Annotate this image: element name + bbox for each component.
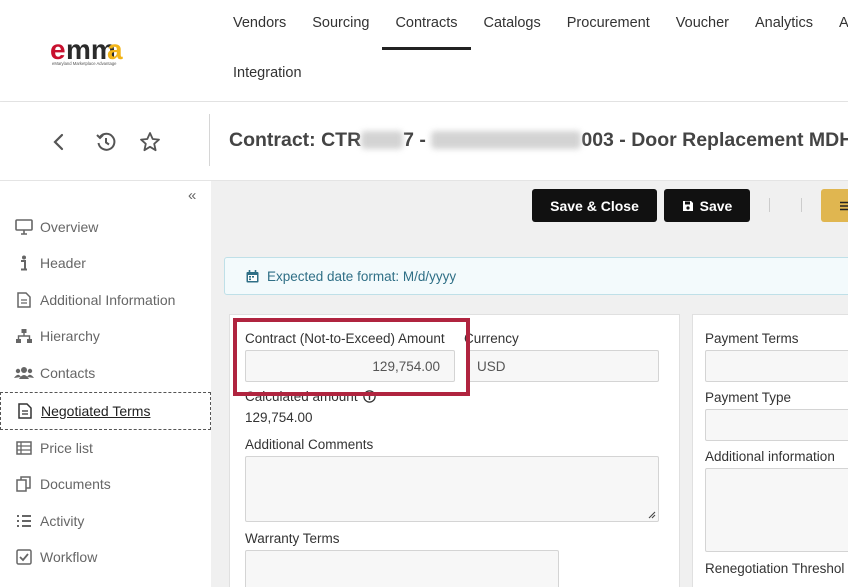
back-button[interactable] (46, 129, 72, 155)
title-divider (209, 114, 210, 166)
warranty-terms-textarea[interactable] (245, 550, 559, 587)
page-title: Contract: CTR 7 - 003 - Door Replacement … (229, 129, 848, 152)
copy-icon (13, 476, 35, 492)
toolbar-divider (801, 198, 802, 212)
sidebar-item-label: Documents (40, 476, 111, 492)
payment-type-input[interactable] (705, 409, 848, 441)
more-actions-button[interactable] (821, 189, 848, 222)
payment-terms-label: Payment Terms (705, 331, 799, 346)
history-icon (96, 132, 116, 151)
nav-voucher[interactable]: Voucher (663, 0, 742, 50)
document-icon (13, 292, 35, 308)
sidebar-item-overview[interactable]: Overview (0, 209, 211, 245)
sidebar-item-hierarchy[interactable]: Hierarchy (0, 318, 211, 354)
contract-amount-label: Contract (Not-to-Exceed) Amount (245, 331, 445, 346)
sidebar-item-label: Contacts (40, 365, 96, 381)
users-icon (13, 366, 35, 380)
payment-terms-input[interactable] (705, 350, 848, 382)
calculated-amount-value: 129,754.00 (245, 410, 313, 425)
sidebar-item-price-list[interactable]: Price list (0, 430, 211, 466)
renegotiation-threshold-label: Renegotiation Threshol (705, 561, 845, 576)
additional-information-textarea[interactable] (705, 468, 848, 552)
nav-contracts[interactable]: Contracts (382, 0, 471, 50)
payment-type-label: Payment Type (705, 390, 792, 405)
sidebar-item-documents[interactable]: Documents (0, 466, 211, 502)
title-middle: 7 - (403, 129, 432, 151)
title-prefix: Contract: CTR (229, 129, 362, 151)
floppy-disk-icon (682, 200, 693, 211)
terms-card-left: Contract (Not-to-Exceed) Amount 129,754.… (229, 314, 680, 587)
sidebar-item-contacts[interactable]: Contacts (0, 355, 211, 391)
date-format-banner: Expected date format: M/d/yyyy (224, 257, 848, 295)
additional-comments-textarea[interactable] (245, 456, 659, 522)
sidebar-item-label: Activity (40, 513, 85, 529)
terms-card-right: Payment Terms Payment Type Additional in… (692, 314, 848, 587)
calculated-amount-label: Calculated amount (245, 389, 377, 404)
additional-comments-label: Additional Comments (245, 437, 374, 452)
save-button[interactable]: Save (664, 189, 750, 222)
sidebar: « Overview Header Additional Information… (0, 181, 211, 587)
sidebar-item-label: Hierarchy (40, 328, 100, 344)
sidebar-item-additional-information[interactable]: Additional Information (0, 282, 211, 318)
list-lines-icon (13, 514, 35, 528)
info-circle-icon[interactable] (363, 390, 377, 403)
sidebar-item-label: Price list (40, 440, 93, 456)
history-button[interactable] (93, 129, 119, 155)
toolbar-divider (769, 198, 770, 212)
sidebar-item-negotiated-terms[interactable]: Negotiated Terms (0, 392, 211, 430)
nav-vendors[interactable]: Vendors (220, 0, 299, 50)
record-title-bar: Contract: CTR 7 - 003 - Door Replacement … (0, 102, 848, 181)
save-button-label: Save (699, 197, 733, 214)
save-and-close-button[interactable]: Save & Close (532, 189, 657, 222)
sidebar-item-header[interactable]: Header (0, 245, 211, 281)
collapse-sidebar-icon[interactable]: « (188, 187, 196, 204)
document-icon (14, 403, 36, 419)
check-square-icon (13, 549, 35, 565)
main-nav-row-2: Integration (220, 50, 315, 96)
sidebar-item-label: Overview (40, 219, 99, 235)
monitor-icon (13, 219, 35, 235)
redacted-contract-id (361, 131, 404, 149)
chevron-left-icon (53, 133, 64, 151)
favorite-button[interactable] (137, 129, 163, 155)
star-icon (140, 132, 160, 152)
info-icon (13, 255, 35, 271)
sidebar-item-label: Header (40, 255, 86, 271)
nav-catalogs[interactable]: Catalogs (471, 0, 554, 50)
sidebar-item-activity[interactable]: Activity (0, 503, 211, 539)
nav-procurement[interactable]: Procurement (554, 0, 663, 50)
hierarchy-icon (13, 328, 35, 344)
sidebar-item-workflow[interactable]: Workflow (0, 539, 211, 575)
nav-sourcing[interactable]: Sourcing (299, 0, 382, 50)
currency-input[interactable]: USD (468, 350, 659, 382)
sidebar-item-label: Workflow (40, 549, 98, 565)
nav-analytics[interactable]: Analytics (742, 0, 826, 50)
top-navigation-bar: e mm a eMaryland Marketplace Advantage V… (0, 0, 848, 102)
list-icon (13, 441, 35, 455)
menu-icon (840, 201, 848, 210)
contract-amount-input[interactable]: 129,754.00 (245, 350, 455, 382)
nav-integration[interactable]: Integration (220, 50, 315, 100)
svg-text:eMaryland Marketplace Advantag: eMaryland Marketplace Advantage (52, 61, 117, 66)
calculated-amount-text: Calculated amount (245, 389, 358, 404)
nav-admin[interactable]: Ad (826, 0, 848, 50)
main-nav: Vendors Sourcing Contracts Catalogs Proc… (220, 0, 848, 50)
sidebar-item-label: Additional Information (40, 292, 176, 308)
title-suffix: 003 - Door Replacement MDH/H (581, 129, 848, 151)
sidebar-item-label: Negotiated Terms (41, 403, 151, 419)
currency-label: Currency (464, 331, 519, 346)
additional-information-label: Additional information (705, 449, 835, 464)
banner-text: Expected date format: M/d/yyyy (267, 268, 457, 284)
redacted-contract-number (431, 131, 582, 149)
emma-logo[interactable]: e mm a eMaryland Marketplace Advantage (48, 34, 160, 70)
calendar-icon (246, 269, 259, 282)
resize-handle-icon[interactable] (647, 510, 656, 519)
main-content: Save & Close Save Expected date format: … (211, 181, 848, 587)
warranty-terms-label: Warranty Terms (245, 531, 340, 546)
